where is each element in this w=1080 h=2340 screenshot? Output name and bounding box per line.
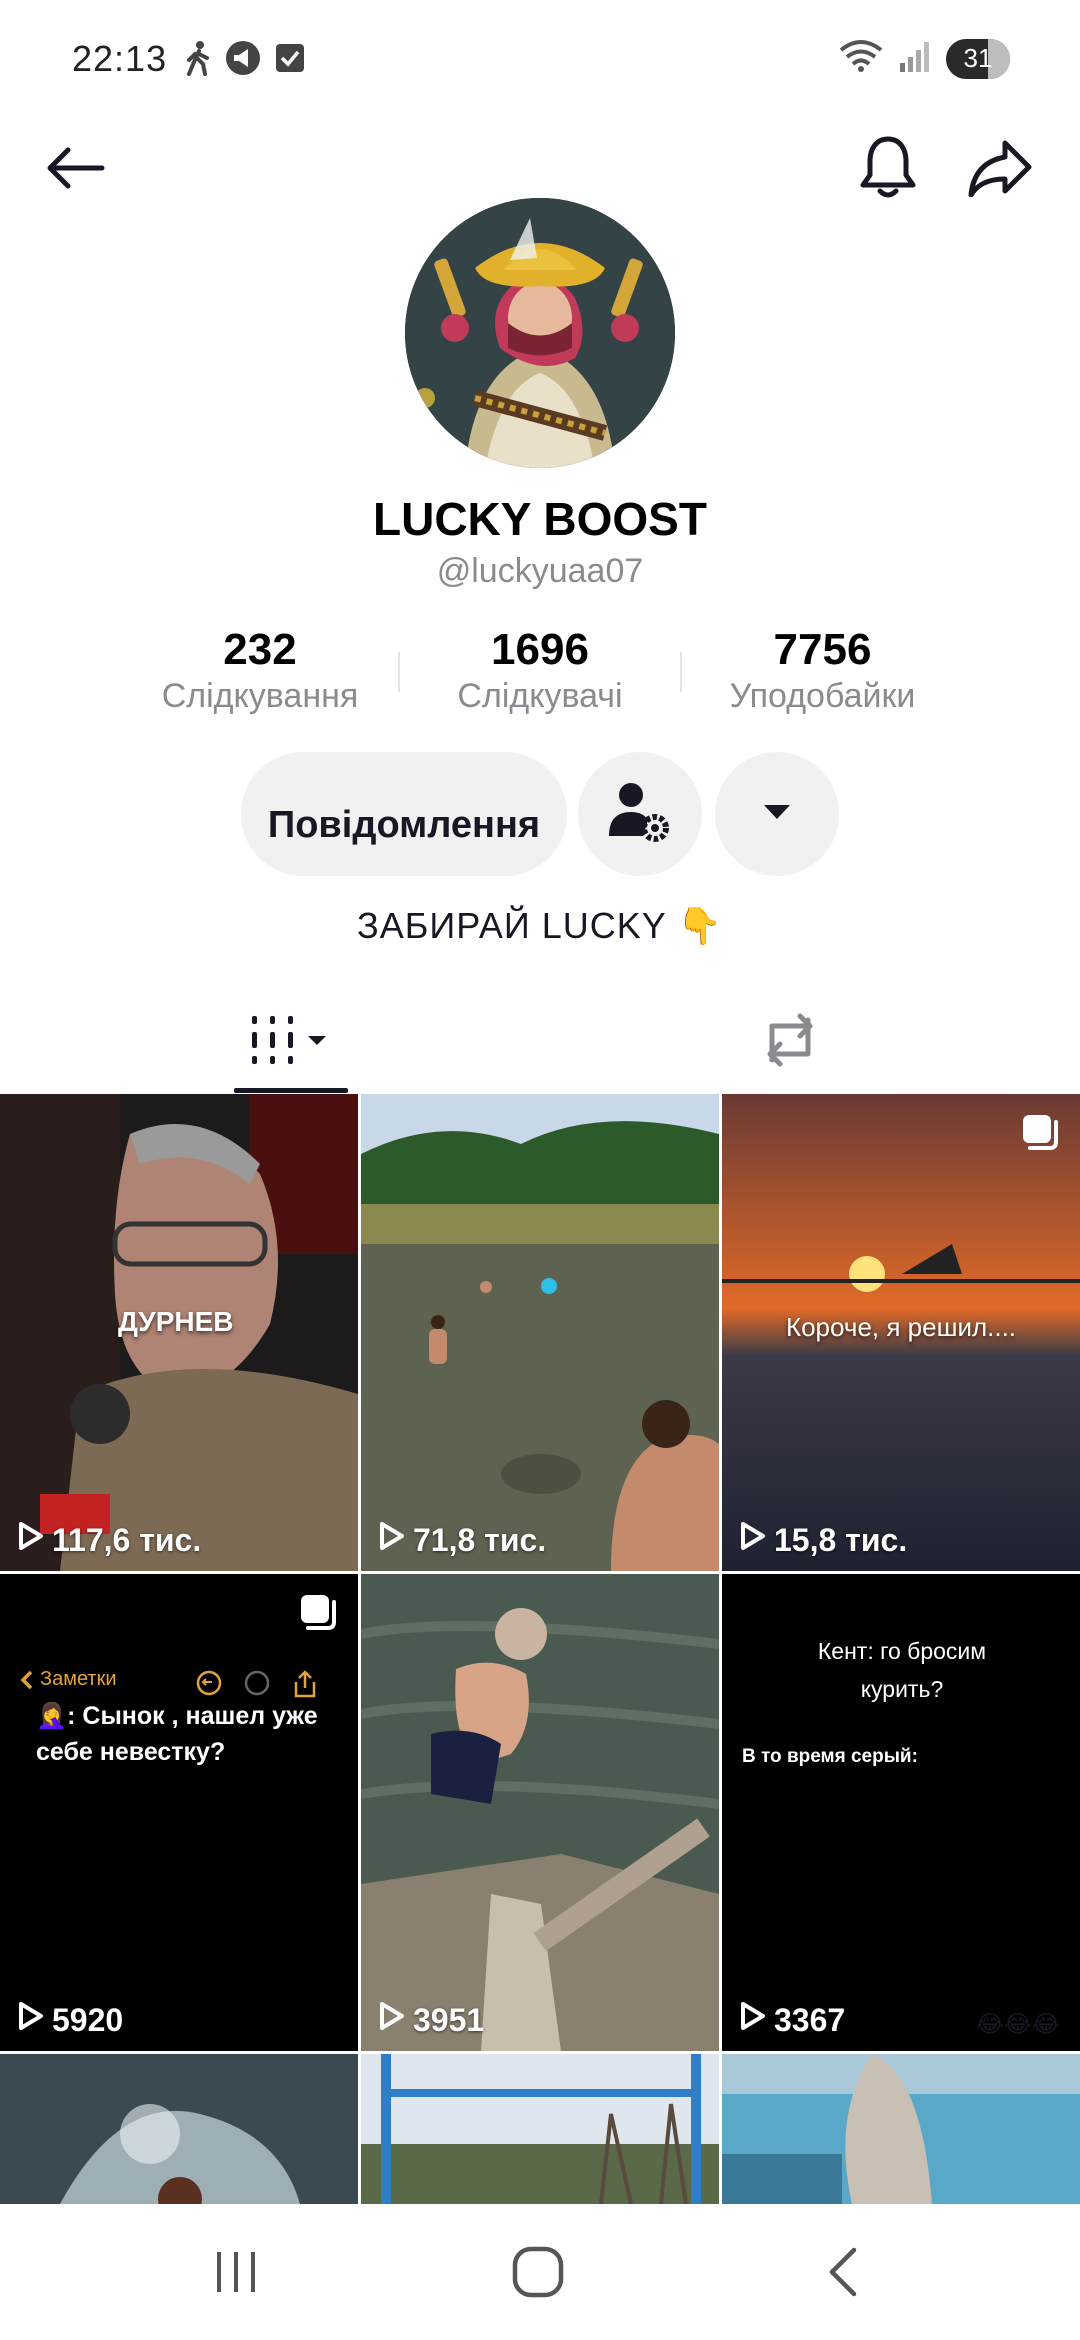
view-count: 5920: [18, 2001, 123, 2039]
video-tile[interactable]: [0, 2054, 358, 2204]
signal-icon: [898, 39, 932, 78]
avatar-image: [405, 198, 675, 468]
stat-followers-value: 1696: [491, 625, 589, 674]
view-count: 3367: [740, 2001, 845, 2039]
video-caption: Кент: го бросим курить?: [817, 1638, 987, 1702]
play-icon: [379, 1521, 405, 1559]
profile-stats: 232 Слідкування 1696 Слідкувачі 7756 Упо…: [0, 625, 1080, 735]
checkbox-icon: [275, 43, 305, 78]
play-icon: [740, 2001, 766, 2039]
chevron-left-icon: [824, 2246, 860, 2303]
video-tile[interactable]: [361, 2054, 719, 2204]
tab-reposts[interactable]: [740, 990, 840, 1094]
video-tile[interactable]: [722, 2054, 1080, 2204]
share-button[interactable]: [960, 130, 1040, 210]
stat-following[interactable]: 232 Слідкування: [140, 625, 380, 716]
stat-followers[interactable]: 1696 Слідкувачі: [425, 625, 655, 716]
notifications-button[interactable]: [848, 130, 928, 210]
video-tile[interactable]: ДУРНЕВ 117,6 тис.: [0, 1094, 358, 1571]
video-tile[interactable]: Короче, я решил.... 15,8 тис.: [722, 1094, 1080, 1571]
repost-icon: [758, 1012, 822, 1073]
home-icon: [511, 2245, 565, 2304]
play-icon: [18, 1521, 44, 1559]
video-tile[interactable]: Заметки 🤦‍♀️: Сынок , нашел уже себе нев…: [0, 1574, 358, 2051]
system-navigation-bar: [0, 2204, 1080, 2340]
status-time: 22:13: [72, 38, 168, 79]
back-button[interactable]: [34, 130, 114, 210]
play-icon: [379, 2001, 405, 2039]
stat-following-label: Слідкування: [161, 677, 359, 715]
video-thumbnail: [722, 2054, 1080, 2204]
video-caption: В то время серый:: [742, 1746, 918, 1767]
bell-icon: [858, 135, 918, 206]
avatar[interactable]: [405, 198, 675, 468]
video-thumbnail: [361, 1574, 719, 2051]
tab-videos[interactable]: [234, 990, 348, 1094]
carousel-icon: [298, 1592, 340, 1639]
battery-indicator: 31: [946, 38, 1010, 79]
profile-bio: ЗАБИРАЙ LUCKY 👇: [357, 905, 723, 946]
stat-likes-value: 7756: [773, 625, 872, 674]
stat-followers-label: Слідкувачі: [457, 677, 623, 715]
stat-divider: [680, 652, 682, 692]
content-tabs: [0, 990, 1080, 1094]
video-caption: 🤦‍♀️: Сынок , нашел уже себе невестку?: [36, 1702, 318, 1766]
stat-likes[interactable]: 7756 Уподобайки: [700, 625, 945, 716]
add-friend-button[interactable]: [578, 752, 702, 876]
display-name: LUCKY BOOST: [373, 493, 707, 545]
emoji-reaction: 😂😂😂: [975, 2011, 1060, 2038]
share-icon: [967, 139, 1033, 202]
notes-back-link: Заметки: [20, 1668, 117, 1691]
video-caption: ДУРНЕВ: [118, 1306, 234, 1337]
stat-divider: [398, 652, 400, 692]
profile-header: [0, 120, 1080, 210]
more-options-button[interactable]: [715, 752, 839, 876]
video-thumbnail: [0, 2054, 358, 2204]
recent-apps-button[interactable]: [186, 2234, 286, 2314]
view-count: 3951: [379, 2001, 484, 2039]
caret-down-icon: [762, 802, 792, 827]
status-notification-icons: [185, 40, 305, 81]
stat-following-value: 232: [223, 625, 297, 674]
stat-likes-label: Уподобайки: [729, 677, 916, 715]
home-button[interactable]: [488, 2234, 588, 2314]
walking-icon: [185, 40, 211, 81]
recent-apps-icon: [211, 2248, 261, 2301]
view-count: 15,8 тис.: [740, 1521, 907, 1559]
view-count: 117,6 тис.: [18, 1521, 201, 1559]
message-button[interactable]: Повідомлення: [241, 752, 567, 876]
video-tile[interactable]: 71,8 тис.: [361, 1094, 719, 1571]
view-count: 71,8 тис.: [379, 1521, 546, 1559]
grid-icon: [250, 1012, 332, 1073]
video-thumbnail: [361, 2054, 719, 2204]
person-settings-icon: [607, 780, 673, 849]
video-thumbnail: [361, 1094, 719, 1571]
username: @luckyuaa07: [436, 552, 644, 590]
play-icon: [18, 2001, 44, 2039]
system-back-button[interactable]: [792, 2234, 892, 2314]
megaphone-icon: [225, 40, 261, 81]
wifi-icon: [838, 38, 884, 79]
arrow-left-icon: [42, 144, 106, 197]
status-system-icons: 31: [838, 38, 1010, 79]
carousel-icon: [1020, 1112, 1062, 1159]
video-tile[interactable]: 3951: [361, 1574, 719, 2051]
video-grid: ДУРНЕВ 117,6 тис. 71,8 тис. Короче, я ре…: [0, 1094, 1080, 2204]
status-bar: 22:13 31: [0, 0, 1080, 120]
video-tile[interactable]: Кент: го бросим курить? В то время серый…: [722, 1574, 1080, 2051]
video-caption: Короче, я решил....: [785, 1312, 1017, 1342]
tab-indicator: [234, 1088, 348, 1093]
play-icon: [740, 1521, 766, 1559]
profile-actions: Повідомлення: [0, 752, 1080, 878]
